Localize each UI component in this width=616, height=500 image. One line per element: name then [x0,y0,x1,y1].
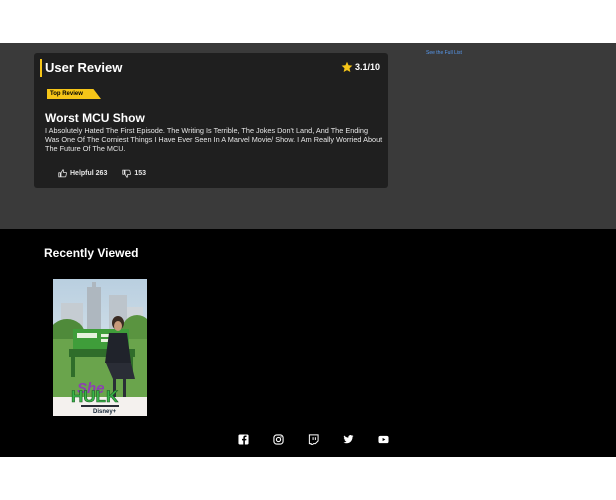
review-card: User Review 3.1/10 Top Review Worst MCU … [34,53,388,188]
top-review-badge: Top Review [47,89,101,99]
helpful-count: Helpful 263 [70,170,108,177]
svg-text:HULK: HULK [71,387,119,406]
review-votes: Helpful 263 153 [58,169,161,178]
user-review-section: User Review 3.1/10 Top Review Worst MCU … [0,43,616,229]
bottom-spacer [0,457,616,500]
twitter-icon[interactable] [343,434,354,445]
thumbs-up-icon [58,169,67,178]
rating-value: 3.1/10 [354,62,380,72]
recently-viewed-section: Recently Viewed She HULK Disney+ [0,229,616,457]
top-spacer [0,0,616,43]
not-helpful-count: 153 [134,170,147,177]
facebook-icon[interactable] [238,434,249,445]
poster-image: She HULK Disney+ [53,279,147,416]
review-rating: 3.1/10 [341,61,380,73]
star-icon [341,61,353,72]
review-title-bar: User Review [40,59,122,77]
review-section-title: User Review [45,60,123,75]
social-links [238,434,413,445]
review-heading: Worst MCU Show [45,111,145,125]
page: User Review 3.1/10 Top Review Worst MCU … [0,0,616,500]
top-review-label: Top Review [50,91,83,97]
see-full-list-link[interactable]: See the Full List [426,50,462,56]
recently-viewed-title: Recently Viewed [44,246,139,260]
not-helpful-button[interactable]: 153 [122,169,146,178]
instagram-icon[interactable] [273,434,284,445]
recent-poster[interactable]: She HULK Disney+ [53,279,147,416]
svg-text:Disney+: Disney+ [93,409,117,415]
youtube-icon[interactable] [378,434,389,445]
helpful-button[interactable]: Helpful 263 [58,169,107,178]
thumbs-down-icon [122,169,132,178]
review-body: I Absolutely Hated The First Episode. Th… [45,126,383,153]
twitch-icon[interactable] [308,434,319,445]
